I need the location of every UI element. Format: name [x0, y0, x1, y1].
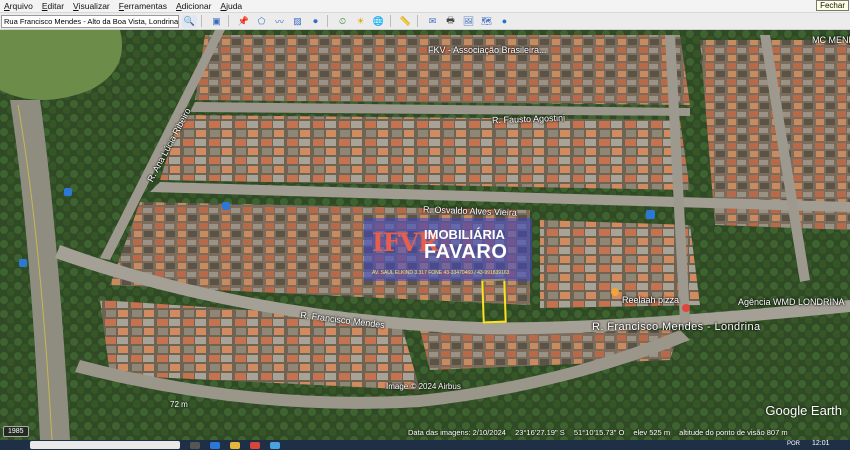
- poi-label-top[interactable]: FKV - Associação Brasileira...: [428, 45, 547, 55]
- search-input[interactable]: [1, 14, 179, 28]
- historical-imagery-icon[interactable]: ⏲: [335, 15, 350, 28]
- poi-label-agencia[interactable]: Agência WMD LONDRINA: [738, 297, 845, 307]
- polygon-icon[interactable]: ⬠: [254, 15, 269, 28]
- historical-year-chip[interactable]: 1985: [3, 426, 29, 437]
- image-credit: Image © 2024 Airbus: [386, 382, 461, 391]
- toolbar-separator: [228, 15, 229, 27]
- sunlight-icon[interactable]: ☀: [353, 15, 368, 28]
- overlay-icon[interactable]: ▨: [290, 15, 305, 28]
- map-view[interactable]: R. Fausto Agostini R. Ana Lúcia Ribeiro …: [0, 30, 850, 440]
- close-tooltip: Fechar: [816, 0, 849, 11]
- sidebar-toggle-icon[interactable]: ▣: [209, 15, 224, 28]
- chrome-icon[interactable]: [250, 441, 260, 449]
- toolbar-separator: [417, 15, 418, 27]
- street-label-main: R. Francisco Mendes - Londrina: [592, 321, 761, 333]
- latitude: 23°16'27.19" S: [515, 428, 565, 437]
- menu-editar[interactable]: Editar: [42, 1, 64, 11]
- toolbar-separator: [390, 15, 391, 27]
- browser-icon[interactable]: [210, 441, 220, 449]
- planet-icon[interactable]: 🌐: [371, 15, 386, 28]
- poi-label-top-right[interactable]: MC MEND: [812, 35, 850, 45]
- toolbar-separator: [327, 15, 328, 27]
- task-view-icon[interactable]: [190, 441, 200, 449]
- save-image-icon[interactable]: 🖼: [461, 15, 476, 28]
- imagery-date: Data das imagens: 2/10/2024: [408, 428, 506, 437]
- ruler-icon[interactable]: 📏: [398, 15, 413, 28]
- real-estate-watermark: IFVR IMOBILIÁRIA FAVARO AV. SAUL ELKIND …: [364, 218, 532, 281]
- tray-clock[interactable]: 12:01: [812, 440, 830, 447]
- status-bar: 72 m Google Earth 1985 Data das imagens:…: [0, 395, 850, 440]
- eye-altitude: altitude do ponto de visão 807 m: [679, 428, 788, 437]
- maps-icon[interactable]: 🗺: [479, 15, 494, 28]
- menu-ferramentas[interactable]: Ferramentas: [119, 1, 167, 11]
- menu-adicionar[interactable]: Adicionar: [176, 1, 211, 11]
- google-earth-logo: Google Earth: [765, 403, 842, 418]
- tour-icon[interactable]: ⏺: [308, 15, 323, 28]
- watermark-name-line2: FAVARO: [424, 241, 508, 263]
- toolbar: 🔍 ▣ 📌 ⬠ 〰 ▨ ⏺ ⏲ ☀ 🌐 📏 ✉ 🖶 🖼 🗺 ●: [0, 13, 850, 30]
- menu-arquivo[interactable]: Arquivo: [4, 1, 33, 11]
- earth-icon[interactable]: ●: [497, 15, 512, 28]
- print-icon[interactable]: 🖶: [443, 15, 458, 28]
- earth-app-icon[interactable]: [270, 441, 280, 449]
- placemark-icon[interactable]: 📌: [236, 15, 251, 28]
- path-icon[interactable]: 〰: [272, 15, 287, 28]
- scale-label: 72 m: [170, 400, 188, 409]
- menu-bar: Arquivo Editar Visualizar Ferramentas Ad…: [0, 0, 850, 13]
- status-readout: Data das imagens: 2/10/2024 23°16'27.19"…: [408, 428, 795, 437]
- taskbar-search[interactable]: [30, 441, 180, 449]
- menu-visualizar[interactable]: Visualizar: [73, 1, 110, 11]
- taskbar: POR 12:01: [0, 440, 850, 450]
- search-icon[interactable]: 🔍: [182, 14, 197, 28]
- tray-language[interactable]: POR: [787, 441, 800, 447]
- year-chip-label: 1985: [8, 428, 24, 435]
- longitude: 51°10'15.73" O: [573, 428, 625, 437]
- explorer-icon[interactable]: [230, 441, 240, 449]
- poi-label-pizza[interactable]: Reelaah pizza: [622, 295, 679, 305]
- watermark-name-line1: IMOBILIÁRIA: [424, 227, 505, 242]
- watermark-contact: AV. SAUL ELKIND 3.317 FONE 43-33470460 /…: [372, 270, 510, 276]
- toolbar-separator: [201, 15, 202, 27]
- email-icon[interactable]: ✉: [425, 15, 440, 28]
- menu-ajuda[interactable]: Ajuda: [220, 1, 242, 11]
- elevation: elev 525 m: [633, 428, 671, 437]
